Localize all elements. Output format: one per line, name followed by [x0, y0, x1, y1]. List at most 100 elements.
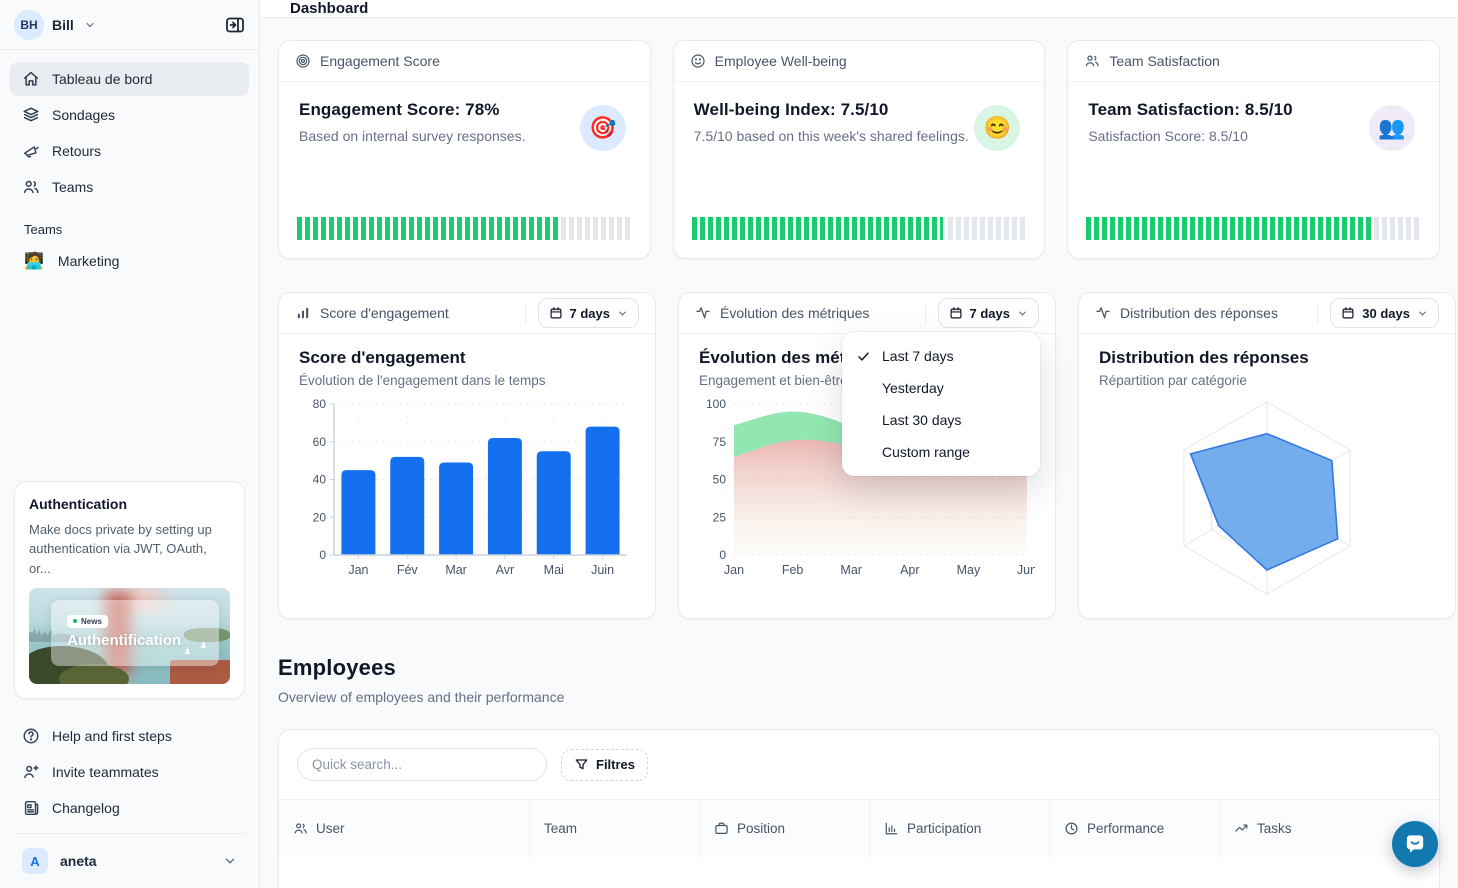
range-selector-button[interactable]: 7 days [938, 298, 1039, 328]
svg-text:40: 40 [313, 473, 327, 487]
progress-sparkline [1086, 217, 1421, 240]
sidebar-item-tableau-de-bord[interactable]: Tableau de bord [10, 62, 249, 96]
card-header-label: Engagement Score [320, 53, 440, 69]
sidebar-item-help[interactable]: Help and first steps [10, 719, 249, 753]
column-header-position[interactable]: Position [699, 800, 869, 857]
team-satisfaction-card: Team Satisfaction Team Satisfaction: 8.5… [1067, 40, 1440, 259]
svg-text:Mar: Mar [445, 563, 467, 577]
engagement-score-card: Engagement Score Engagement Score: 78% B… [278, 40, 651, 259]
user-avatar[interactable]: BH [14, 10, 44, 40]
sidebar-item-teams[interactable]: Teams [10, 170, 249, 204]
layers-icon [22, 106, 40, 124]
svg-text:25: 25 [713, 510, 727, 524]
sidebar-item-sondages[interactable]: Sondages [10, 98, 249, 132]
svg-text:50: 50 [713, 473, 727, 487]
collapse-sidebar-icon[interactable] [225, 15, 245, 35]
chart-cards-row: Score d'engagement 7 days Score d'engage… [278, 292, 1440, 619]
sidebar-item-label: Teams [52, 179, 93, 195]
svg-text:Avr: Avr [496, 563, 515, 577]
metrics-area-chart-card: Évolution des métriques 7 days Évolution… [678, 292, 1056, 619]
chevron-down-icon [223, 854, 237, 868]
employees-title: Employees [278, 655, 1440, 681]
stat-title: Team Satisfaction: 8.5/10 [1088, 100, 1419, 120]
svg-text:May: May [957, 563, 981, 577]
user-name[interactable]: Bill [52, 17, 74, 33]
funnel-icon [574, 757, 589, 772]
trend-up-icon [1234, 821, 1249, 836]
promo-title: Authentication [29, 496, 230, 512]
svg-text:Jun: Jun [1017, 563, 1035, 577]
help-circle-icon [22, 727, 40, 745]
sidebar-item-label: Sondages [52, 107, 115, 123]
sidebar-item-label: Tableau de bord [52, 71, 152, 87]
stat-title: Engagement Score: 78% [299, 100, 630, 120]
card-header-label: Distribution des réponses [1120, 305, 1278, 321]
chevron-down-icon[interactable] [84, 19, 96, 31]
column-header-team[interactable]: Team [529, 800, 699, 857]
stat-emoji-badge: 🎯 [580, 105, 626, 151]
mini-bars-icon [295, 305, 311, 321]
workspace-switcher[interactable]: A aneta [10, 838, 249, 888]
megaphone-icon [22, 142, 40, 160]
sidebar-header: BH Bill [0, 0, 259, 50]
chevron-down-icon [617, 308, 628, 319]
search-input[interactable] [297, 748, 547, 781]
menu-item-last-7-days[interactable]: Last 7 days [842, 340, 1040, 372]
sidebar-item-label: Invite teammates [52, 764, 159, 780]
sidebar-item-retours[interactable]: Retours [10, 134, 249, 168]
svg-text:Mai: Mai [544, 563, 564, 577]
employees-subtitle: Overview of employees and their performa… [278, 689, 1440, 705]
bar-chart-icon [884, 821, 899, 836]
stat-emoji-badge: 👥 [1369, 105, 1415, 151]
engagement-bar-chart-card: Score d'engagement 7 days Score d'engage… [278, 292, 656, 619]
sidebar-item-marketing[interactable]: 🧑‍💻 Marketing [10, 245, 249, 277]
sidebar: BH Bill Tableau de bord Sondages Retours [0, 0, 260, 888]
pulse-icon [695, 305, 711, 321]
filters-button[interactable]: Filtres [561, 749, 648, 781]
chat-bubble-icon [1402, 831, 1428, 857]
bar-chart: 020406080JanFévMarAvrMaiJuin [299, 394, 635, 582]
workspace-name: aneta [60, 853, 97, 869]
sidebar-item-invite[interactable]: Invite teammates [10, 755, 249, 789]
svg-text:75: 75 [713, 435, 727, 449]
range-selector-button[interactable]: 7 days [538, 298, 639, 328]
promo-image[interactable]: News Authentification [29, 588, 230, 684]
range-dropdown-menu: Last 7 days Yesterday Last 30 days Custo… [842, 332, 1040, 476]
chart-title: Score d'engagement [299, 348, 635, 368]
news-dot-icon [73, 619, 77, 623]
svg-text:Feb: Feb [782, 563, 804, 577]
page-title: Dashboard [290, 0, 368, 17]
sidebar-item-label: Help and first steps [52, 728, 172, 744]
svg-text:Juin: Juin [591, 563, 614, 577]
sidebar-nav: Tableau de bord Sondages Retours Teams T… [0, 50, 259, 277]
range-selector-button[interactable]: 30 days [1330, 298, 1439, 328]
chevron-down-icon [1017, 308, 1028, 319]
stat-title: Well-being Index: 7.5/10 [694, 100, 1025, 120]
chevron-down-icon [1417, 308, 1428, 319]
sidebar-footer: Help and first steps Invite teammates Ch… [0, 719, 259, 888]
wellbeing-card: Employee Well-being Well-being Index: 7.… [673, 40, 1046, 259]
column-header-performance[interactable]: Performance [1049, 800, 1219, 857]
card-header-label: Team Satisfaction [1109, 53, 1220, 69]
chat-launcher-button[interactable] [1392, 821, 1438, 867]
progress-sparkline [692, 217, 1027, 240]
pulse-icon [1095, 305, 1111, 321]
svg-text:60: 60 [313, 435, 327, 449]
column-header-participation[interactable]: Participation [869, 800, 1049, 857]
calendar-icon [549, 306, 563, 320]
svg-text:0: 0 [719, 548, 726, 562]
column-header-user[interactable]: User [279, 800, 529, 857]
radar-chart [1099, 394, 1435, 602]
sidebar-item-changelog[interactable]: Changelog [10, 791, 249, 825]
menu-item-yesterday[interactable]: Yesterday [842, 372, 1040, 404]
distribution-radar-chart-card: Distribution des réponses 30 days Distri… [1078, 292, 1456, 619]
authentication-promo-card[interactable]: Authentication Make docs private by sett… [14, 481, 245, 700]
users-icon [1084, 53, 1100, 69]
home-icon [22, 70, 40, 88]
divider [14, 833, 245, 834]
menu-item-custom-range[interactable]: Custom range [842, 436, 1040, 468]
menu-item-last-30-days[interactable]: Last 30 days [842, 404, 1040, 436]
svg-text:80: 80 [313, 397, 327, 411]
chart-subtitle: Évolution de l'engagement dans le temps [299, 373, 635, 388]
users-icon [22, 178, 40, 196]
